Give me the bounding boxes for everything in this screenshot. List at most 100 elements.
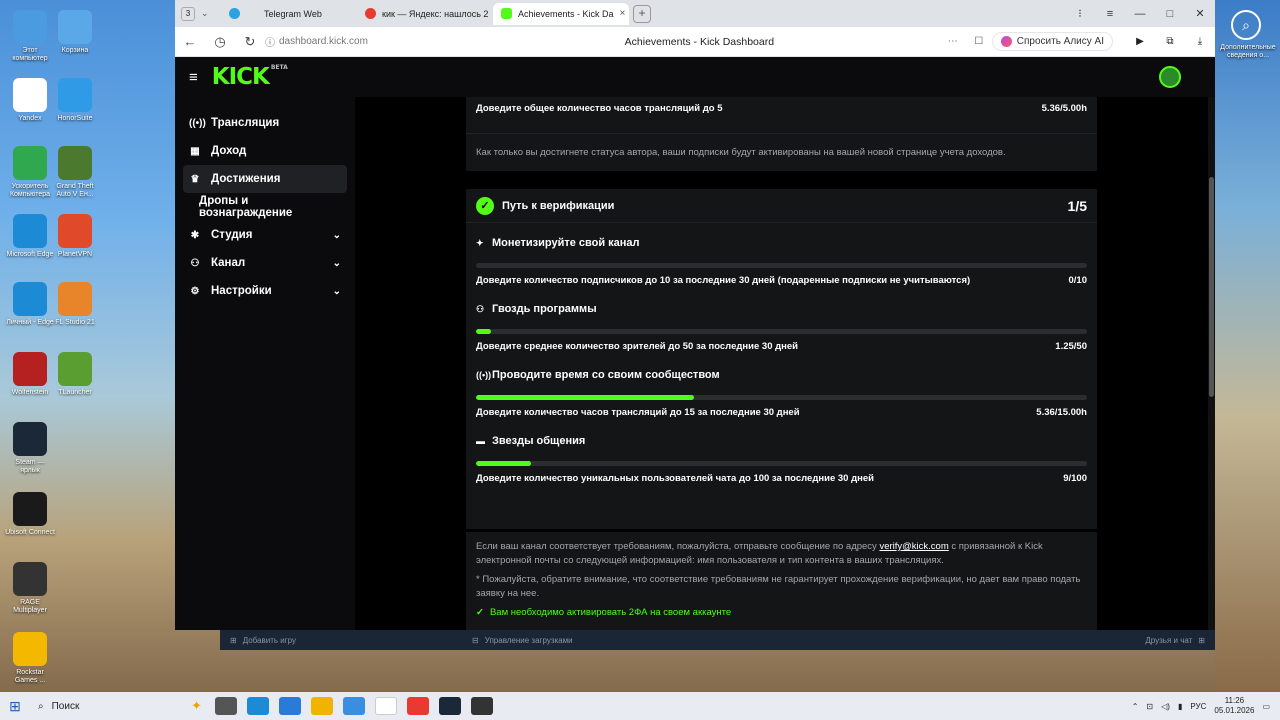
- hamburger-icon[interactable]: ≡: [189, 69, 198, 86]
- requirement-label: Доведите количество подписчиков до 10 за…: [476, 274, 971, 286]
- app-icon[interactable]: [471, 697, 493, 715]
- folder-icon[interactable]: [311, 697, 333, 715]
- sidebar-item-drops[interactable]: Дропы и вознаграждение: [183, 193, 347, 221]
- yandex-browser-icon[interactable]: [375, 697, 397, 715]
- sidebar-item-label: Канал: [211, 257, 246, 269]
- progress-bar: [476, 461, 1087, 466]
- tray-arrow-icon[interactable]: ⌃: [1132, 702, 1139, 711]
- add-game-button[interactable]: Добавить игру: [243, 636, 296, 645]
- tab-kick[interactable]: Achievements - Kick Da ×: [493, 2, 629, 25]
- desktop-icon-label: Microsoft Edge: [6, 251, 54, 258]
- close-window-icon[interactable]: ✕: [1185, 7, 1215, 20]
- mail-icon[interactable]: [343, 697, 365, 715]
- desktop-icon[interactable]: Корзина: [50, 10, 100, 55]
- taskbar: ⊞ ⌕ Поиск ✦ ⌃ ⊡ ◁) ▮ РУС 11:26 05.01.202…: [0, 692, 1280, 720]
- download-icon[interactable]: ⤓: [1185, 36, 1215, 47]
- add-game-icon[interactable]: ⊞: [230, 636, 237, 645]
- email-link[interactable]: verify@kick.com: [879, 541, 948, 552]
- chevron-down-icon[interactable]: ⌄: [333, 258, 341, 269]
- url-field[interactable]: dashboard.kick.com: [279, 36, 529, 47]
- info-icon[interactable]: ⌕: [1231, 10, 1261, 40]
- store-icon[interactable]: [279, 697, 301, 715]
- sidebar-item-settings[interactable]: ⚙ Настройки ⌄: [183, 277, 347, 305]
- volume-icon[interactable]: ◁): [1161, 702, 1170, 711]
- progress-bar: [476, 395, 1087, 400]
- notifications-icon[interactable]: ▭: [1262, 702, 1270, 711]
- desktop-icon[interactable]: Личный - Edge: [5, 282, 55, 327]
- bookmark-icon[interactable]: ☐: [966, 36, 992, 47]
- extensions-icon[interactable]: ⧉: [1155, 36, 1185, 47]
- steam-icon[interactable]: [439, 697, 461, 715]
- tab-yandex[interactable]: кик — Яндекс: нашлось 2: [357, 3, 493, 25]
- browser-window: 3 ⌄ Telegram Web кик — Яндекс: нашлось 2…: [175, 0, 1215, 630]
- rockstar-icon: [13, 632, 47, 666]
- desktop-icon[interactable]: Steam — ярлык: [5, 422, 55, 475]
- tabs-dropdown-icon[interactable]: ⌄: [201, 8, 221, 19]
- progress-fill: [476, 461, 531, 466]
- logo-tag: BETA: [270, 64, 288, 71]
- maximize-icon[interactable]: □: [1155, 8, 1185, 20]
- desktop-icon[interactable]: Этот компьютер: [5, 10, 55, 63]
- requirement-label: Доведите количество часов трансляций до …: [476, 406, 800, 418]
- desktop-icon[interactable]: PlanetVPN: [50, 214, 100, 259]
- sidebar-item-label: Трансляция: [211, 117, 280, 129]
- address-bar: ← ◷ ↻ ⓘ dashboard.kick.com Achievements …: [175, 27, 1215, 57]
- alice-button[interactable]: Спросить Алису AI: [991, 32, 1113, 51]
- desktop-icon[interactable]: RAGE Multiplayer: [5, 562, 55, 615]
- desktop-icon[interactable]: Rockstar Games ...: [5, 632, 55, 685]
- yandex-icon[interactable]: [407, 697, 429, 715]
- battery-icon[interactable]: ▮: [1178, 702, 1182, 711]
- desktop-icon-label: Личный - Edge: [6, 319, 54, 326]
- desktop-icon[interactable]: Ubisoft Connect: [5, 492, 55, 537]
- reload-icon[interactable]: ↻: [235, 34, 265, 50]
- logo-text: KICK: [211, 64, 270, 90]
- twofa-status: ✓ Вам необходимо активировать 2ФА на сво…: [466, 607, 1097, 618]
- sidebar-item-channel[interactable]: ⚇ Канал ⌄: [183, 249, 347, 277]
- downloads-icon[interactable]: ⊟: [472, 636, 479, 645]
- kick-logo[interactable]: KICK BETA: [212, 64, 288, 90]
- language-indicator[interactable]: РУС: [1190, 702, 1206, 711]
- sidebar-item-studio[interactable]: ✱ Студия ⌄: [183, 221, 347, 249]
- desktop-icon[interactable]: Wolfenstein: [5, 352, 55, 397]
- chevron-down-icon[interactable]: ⌄: [333, 230, 341, 241]
- chevron-down-icon[interactable]: ⌄: [333, 286, 341, 297]
- back-icon[interactable]: ←: [175, 34, 205, 49]
- desktop-icon[interactable]: FL Studio 21: [50, 282, 100, 327]
- task-view-icon[interactable]: [215, 697, 237, 715]
- desktop-icon[interactable]: HonorSuite: [50, 78, 100, 123]
- desktop-icon[interactable]: TLauncher: [50, 352, 100, 397]
- tab-options-icon[interactable]: ⁝: [1065, 7, 1095, 20]
- desktop-icon[interactable]: Grand Theft Auto V Ен...: [50, 146, 100, 199]
- desktop-icon[interactable]: Yandex: [5, 78, 55, 123]
- checkmark-icon: ✓: [476, 607, 484, 618]
- verification-header: ✓ Путь к верификации 1/5: [466, 189, 1097, 223]
- requirement-value: 9/100: [1063, 472, 1087, 484]
- desktop-icon-label: FL Studio 21: [55, 319, 95, 326]
- friends-chat-button[interactable]: Друзья и чат: [1145, 636, 1192, 645]
- tab-telegram[interactable]: Telegram Web: [221, 3, 357, 25]
- downloads-button[interactable]: Управление загрузками: [485, 636, 573, 645]
- more-icon[interactable]: ⋯: [940, 36, 966, 47]
- desktop-icon[interactable]: Microsoft Edge: [5, 214, 55, 259]
- start-icon[interactable]: ⊞: [0, 698, 30, 715]
- media-icon[interactable]: ▶: [1125, 36, 1155, 47]
- sidebar-item-income[interactable]: ▦ Доход: [183, 137, 347, 165]
- network-icon[interactable]: ⊡: [1146, 702, 1153, 711]
- scrollbar[interactable]: [1208, 97, 1215, 630]
- tab-count[interactable]: 3: [181, 6, 195, 21]
- sidebar-item-achievements[interactable]: ♛ Достижения: [183, 165, 347, 193]
- edge-icon[interactable]: [247, 697, 269, 715]
- minimize-icon[interactable]: —: [1125, 8, 1155, 20]
- site-info-icon[interactable]: ⓘ: [265, 34, 279, 49]
- close-tab-icon[interactable]: ×: [620, 8, 626, 19]
- search-box[interactable]: ⌕ Поиск ✦: [30, 692, 210, 720]
- menu-icon[interactable]: ≡: [1095, 8, 1125, 20]
- sidebar-item-broadcast[interactable]: ((•)) Трансляция: [183, 109, 347, 137]
- history-icon[interactable]: ◷: [205, 34, 235, 50]
- new-tab-button[interactable]: +: [633, 4, 651, 23]
- avatar[interactable]: [1159, 66, 1181, 88]
- clock[interactable]: 11:26 05.01.2026: [1214, 696, 1254, 716]
- friends-icon[interactable]: ⊞: [1198, 636, 1205, 645]
- requirement-label: Доведите среднее количество зрителей до …: [476, 340, 799, 352]
- desktop-icon[interactable]: Ускоритель Компьютера: [5, 146, 55, 199]
